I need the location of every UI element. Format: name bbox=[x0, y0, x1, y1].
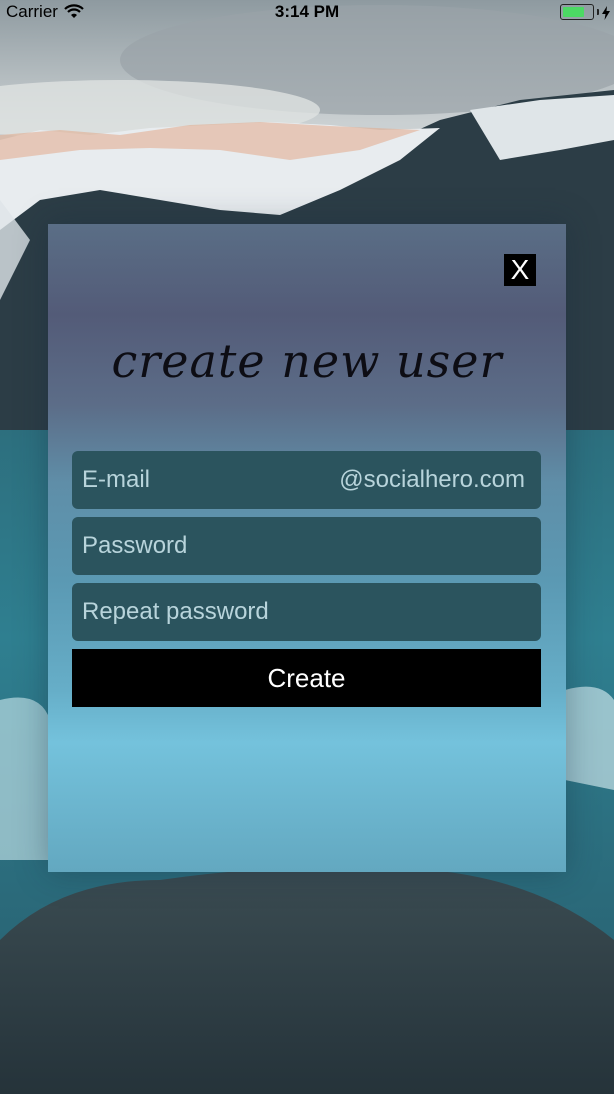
close-button[interactable]: X bbox=[504, 254, 536, 286]
email-domain-suffix: @socialhero.com bbox=[339, 466, 525, 493]
password-field[interactable]: Password bbox=[72, 517, 541, 575]
email-placeholder: E-mail bbox=[82, 466, 151, 493]
create-user-modal: X create new user E-mail @socialhero.com… bbox=[48, 224, 566, 872]
repeat-password-placeholder: Repeat password bbox=[82, 598, 269, 625]
battery-level-fill bbox=[563, 7, 584, 17]
email-field[interactable]: E-mail @socialhero.com bbox=[72, 451, 541, 509]
battery-tip bbox=[597, 9, 599, 15]
battery-icon bbox=[560, 4, 594, 20]
password-placeholder: Password bbox=[82, 532, 188, 559]
status-bar: Carrier 3:14 PM bbox=[0, 0, 614, 26]
repeat-password-field[interactable]: Repeat password bbox=[72, 583, 541, 641]
charging-bolt-icon bbox=[602, 5, 610, 20]
status-time: 3:14 PM bbox=[274, 2, 340, 21]
status-battery-group bbox=[560, 4, 610, 20]
modal-title: create new user bbox=[111, 334, 503, 388]
create-button[interactable]: Create bbox=[72, 649, 541, 707]
